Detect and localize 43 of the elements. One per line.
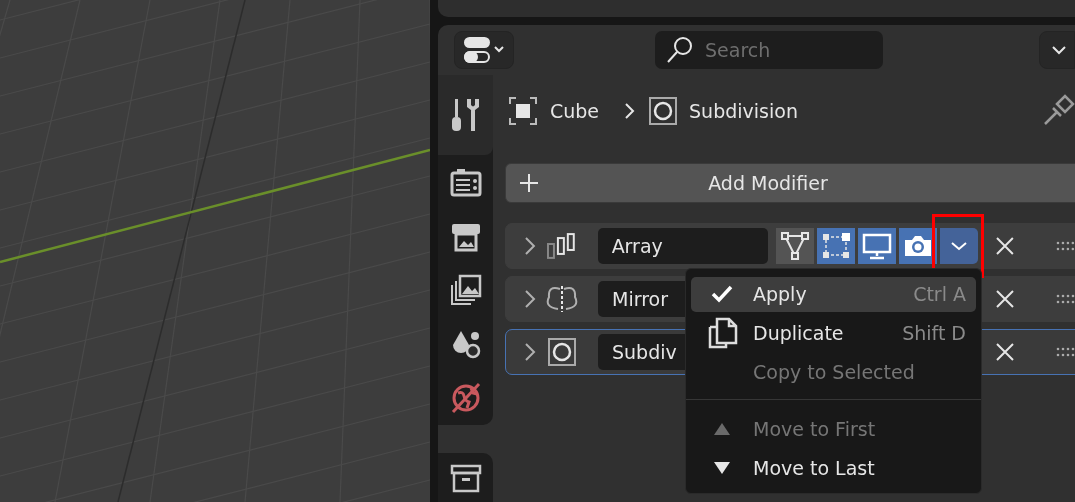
chevron-down-icon bbox=[950, 241, 969, 251]
modifier-toggle-button[interactable] bbox=[858, 228, 897, 264]
expand-chevron-icon[interactable] bbox=[522, 288, 538, 310]
square-vertices-icon bbox=[821, 232, 852, 260]
breadcrumb-label: Cube bbox=[550, 100, 600, 122]
monitor-icon bbox=[862, 232, 893, 260]
breadcrumb-label: Subdivision bbox=[689, 100, 798, 122]
checkmark-icon bbox=[710, 284, 734, 305]
properties-tab[interactable] bbox=[438, 453, 493, 502]
modifier-name-field[interactable]: Array bbox=[597, 228, 769, 264]
options-dropdown-button[interactable] bbox=[1039, 31, 1075, 69]
modifier-toggle-button[interactable] bbox=[817, 228, 856, 264]
modifier-toggle-button[interactable] bbox=[899, 228, 938, 264]
triangle-up-icon bbox=[713, 422, 731, 437]
object-icon bbox=[508, 96, 538, 126]
duplicate-icon bbox=[706, 316, 738, 349]
search-field[interactable]: Search bbox=[655, 31, 883, 69]
close-icon[interactable] bbox=[994, 341, 1016, 363]
editor-type-button[interactable] bbox=[454, 31, 514, 69]
menu-item[interactable]: Move to Last bbox=[691, 450, 976, 485]
circle-square-icon bbox=[546, 338, 578, 366]
triangle-vertices-icon bbox=[780, 232, 811, 260]
shortcut-label: Shift D bbox=[902, 321, 966, 344]
drag-handle-icon[interactable] bbox=[1056, 240, 1075, 252]
bars-icon bbox=[545, 232, 578, 260]
butterfly-icon bbox=[546, 285, 578, 313]
close-icon[interactable] bbox=[994, 288, 1016, 310]
properties-editor-icon bbox=[462, 35, 506, 65]
modifier-toggle-button[interactable] bbox=[776, 228, 815, 264]
drag-handle-icon[interactable] bbox=[1056, 346, 1075, 358]
circle-square-icon bbox=[649, 97, 678, 125]
image-stack-icon bbox=[448, 273, 483, 307]
menu-item[interactable]: Apply Ctrl A bbox=[691, 277, 976, 312]
drag-handle-icon[interactable] bbox=[1056, 293, 1075, 305]
triangle-down-icon bbox=[713, 460, 731, 475]
properties-tab[interactable] bbox=[438, 75, 493, 155]
add-modifier-button[interactable]: Add Modifier bbox=[505, 163, 1075, 203]
shortcut-label: Ctrl A bbox=[913, 283, 966, 306]
expand-chevron-icon[interactable] bbox=[522, 341, 538, 363]
modifier-menu-button[interactable] bbox=[940, 228, 979, 264]
chevron-down-icon bbox=[1051, 45, 1067, 55]
plus-icon bbox=[519, 173, 539, 193]
box-icon bbox=[448, 462, 483, 493]
